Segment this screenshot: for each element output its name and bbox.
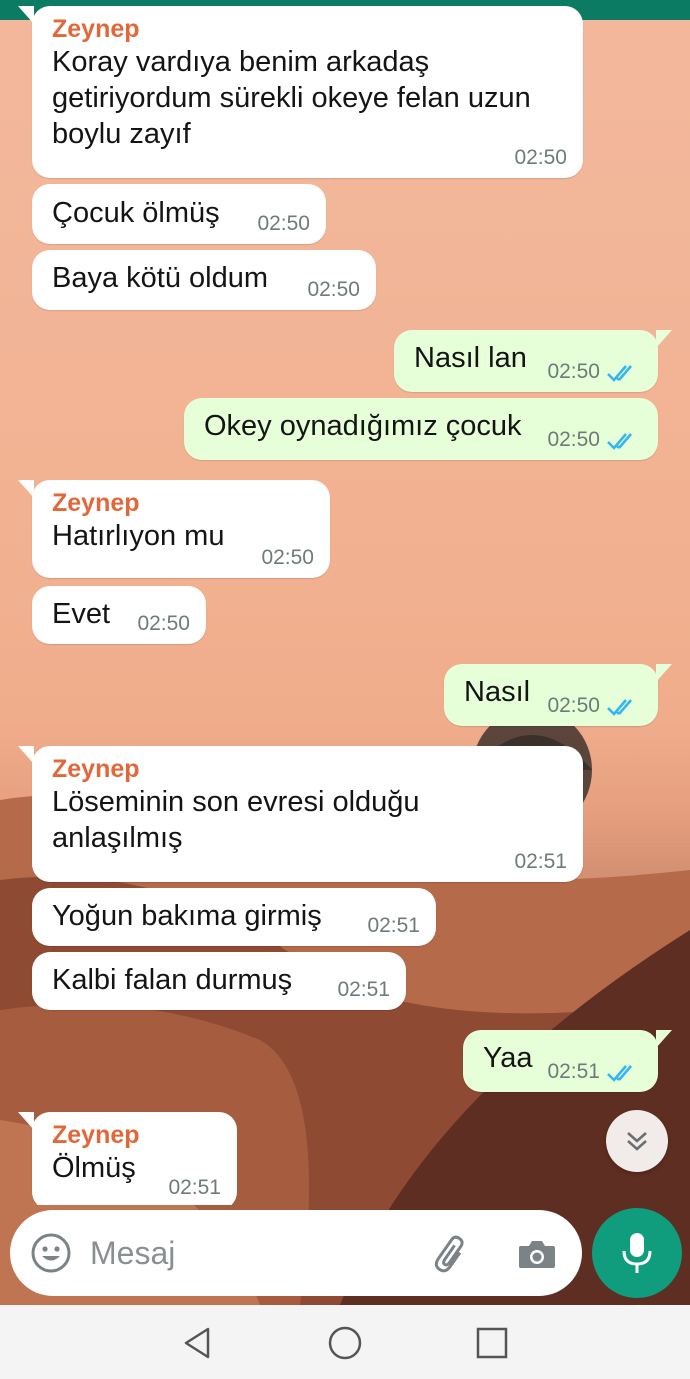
message-time: 02:50	[547, 694, 600, 717]
message-time: 02:51	[337, 978, 390, 1001]
message-time: 02:50	[514, 146, 567, 169]
message-time: 02:51	[514, 850, 567, 873]
message-input[interactable]	[90, 1232, 410, 1274]
message-time: 02:50	[307, 278, 360, 301]
paperclip-icon[interactable]	[430, 1232, 474, 1276]
message-bubble-outgoing[interactable]: Nasıl 02:50	[444, 664, 672, 726]
double-check-icon	[607, 433, 632, 450]
message-bubble-incoming[interactable]: Evet 02:50	[32, 586, 206, 644]
triangle-back-icon[interactable]	[180, 1325, 216, 1361]
message-bubble-incoming[interactable]: Zeynep Koray vardıya benim arkadaş getir…	[18, 6, 583, 178]
scroll-to-bottom-button[interactable]	[606, 1110, 668, 1172]
message-bubble-incoming[interactable]: Kalbi falan durmuş 02:51	[32, 952, 406, 1010]
message-bubble-incoming[interactable]: Zeynep Hatırlıyon mu 02:50	[18, 480, 330, 578]
square-recents-icon[interactable]	[474, 1325, 510, 1361]
message-time: 02:50	[137, 612, 190, 635]
message-text: Löseminin son evresi olduğu anlaşılmış	[52, 786, 420, 854]
message-bubble-outgoing[interactable]: Yaa 02:51	[463, 1030, 672, 1092]
message-text: Koray vardıya benim arkadaş getiriyordum…	[52, 46, 531, 150]
message-bubble-incoming[interactable]: Yoğun bakıma girmiş 02:51	[32, 888, 436, 946]
mic-button[interactable]	[592, 1208, 682, 1298]
emoji-icon[interactable]	[30, 1232, 72, 1274]
message-bubble-incoming[interactable]: Baya kötü oldum 02:50	[32, 250, 376, 310]
double-check-icon	[607, 1065, 632, 1082]
message-time: 02:50	[547, 428, 600, 451]
message-time: 02:50	[257, 212, 310, 235]
message-bubble-outgoing[interactable]: Okey oynadığımız çocuk 02:50	[184, 398, 658, 460]
message-time: 02:51	[547, 1060, 600, 1083]
message-text: Nasıl lan	[414, 342, 527, 374]
message-time: 02:50	[261, 546, 314, 569]
system-navigation-bar	[0, 1305, 690, 1379]
message-time: 02:50	[547, 360, 600, 383]
mic-icon	[622, 1233, 652, 1273]
message-bubble-incoming[interactable]: Zeynep Löseminin son evresi olduğu anlaş…	[18, 746, 583, 882]
double-check-icon	[607, 699, 632, 716]
message-bubble-outgoing[interactable]: Nasıl lan 02:50	[394, 330, 672, 392]
message-bubble-incoming[interactable]: Zeynep Ölmüş 02:51	[18, 1112, 237, 1205]
double-check-icon	[607, 365, 632, 382]
sender-name: Zeynep	[52, 755, 140, 783]
sender-name: Zeynep	[52, 489, 140, 517]
camera-icon[interactable]	[515, 1232, 559, 1276]
double-chevron-down-icon	[627, 1132, 647, 1151]
message-time: 02:51	[168, 1176, 221, 1199]
message-text: Kalbi falan durmuş	[52, 964, 293, 996]
circle-home-icon[interactable]	[327, 1325, 363, 1361]
message-list[interactable]: Zeynep Koray vardıya benim arkadaş getir…	[0, 0, 690, 1205]
message-time: 02:51	[367, 914, 420, 937]
message-bubble-incoming[interactable]: Çocuk ölmüş 02:50	[32, 184, 326, 244]
sender-name: Zeynep	[52, 15, 140, 43]
message-composer	[10, 1210, 582, 1296]
message-text: Yoğun bakıma girmiş	[52, 900, 322, 932]
sender-name: Zeynep	[52, 1121, 140, 1149]
